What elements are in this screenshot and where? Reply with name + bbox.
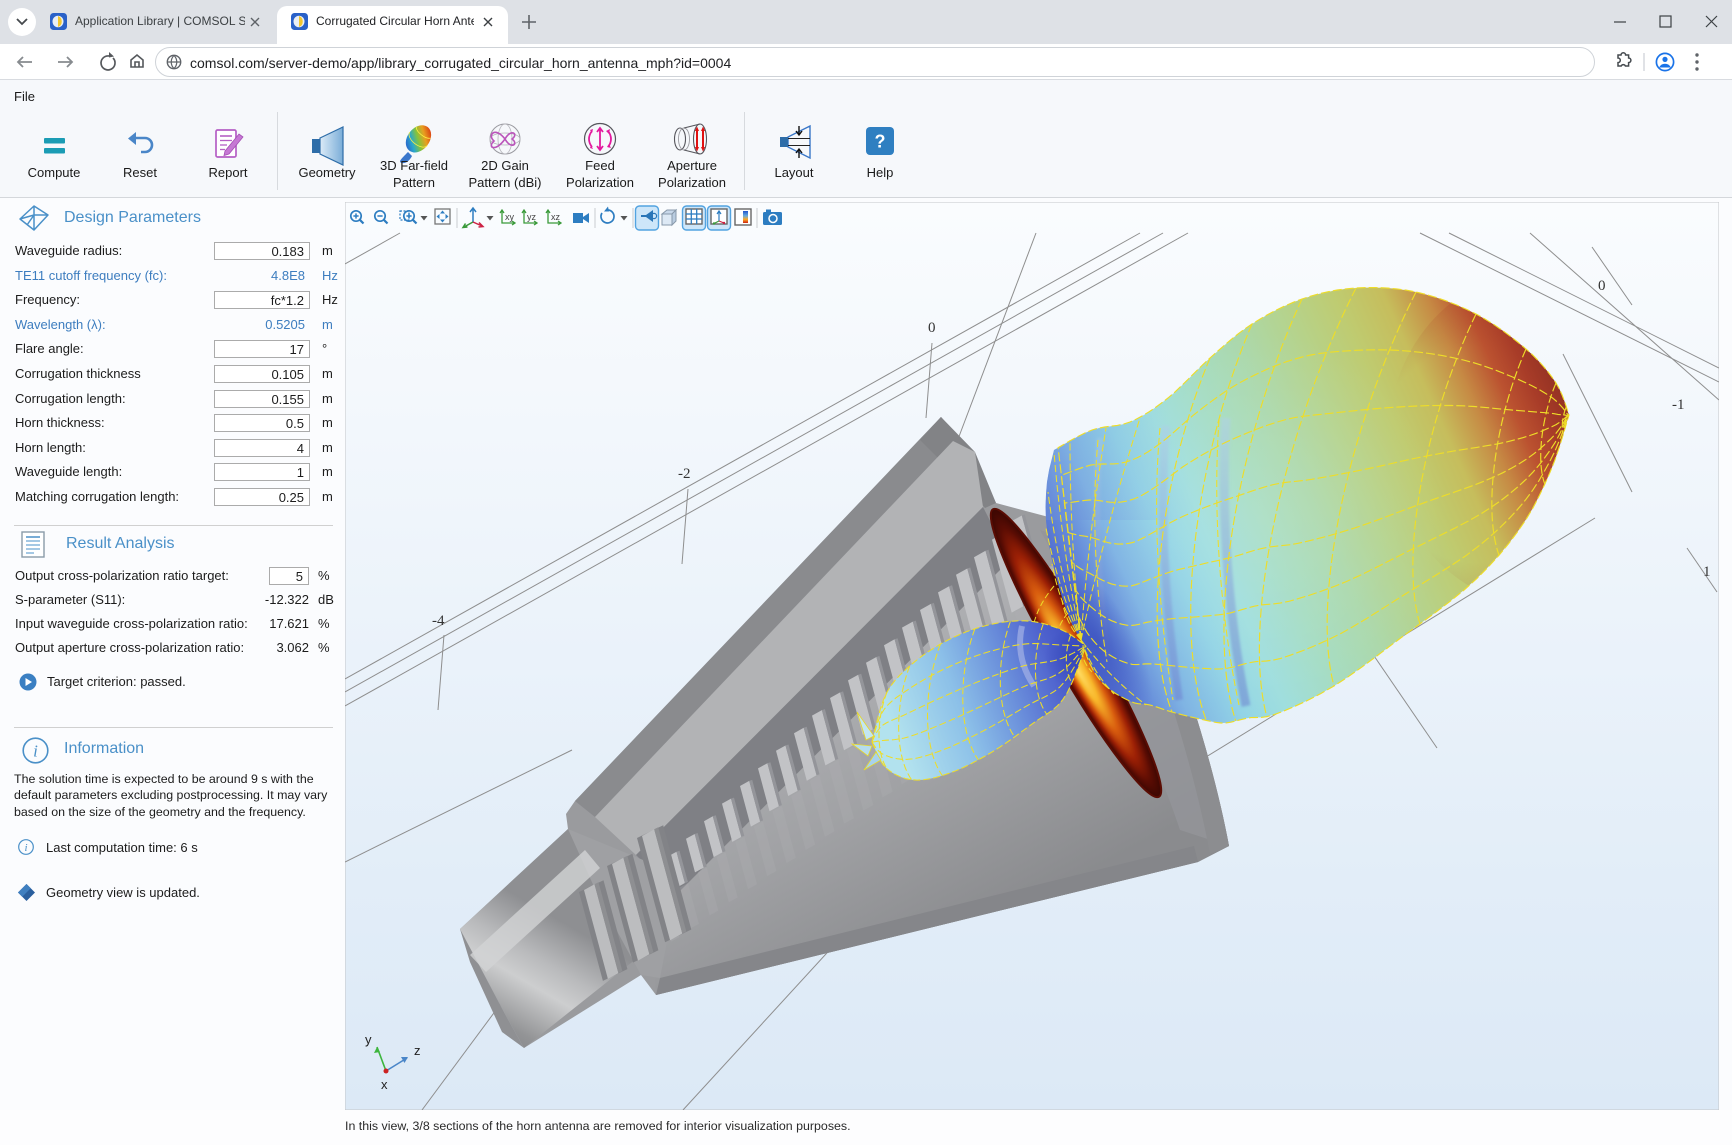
svg-text:z: z bbox=[414, 1043, 421, 1058]
svg-text:xz: xz bbox=[551, 212, 561, 222]
svg-text:0: 0 bbox=[1598, 278, 1606, 294]
svg-text:xy: xy bbox=[505, 212, 515, 222]
svg-text:yz: yz bbox=[527, 212, 537, 222]
svg-text:?: ? bbox=[875, 132, 886, 152]
svg-text:-4: -4 bbox=[432, 613, 445, 629]
svg-text:-1: -1 bbox=[1672, 397, 1685, 413]
svg-text:-2: -2 bbox=[678, 466, 691, 482]
svg-text:1: 1 bbox=[1703, 564, 1711, 580]
svg-text:0: 0 bbox=[928, 320, 936, 336]
svg-text:i: i bbox=[33, 742, 38, 761]
svg-text:x: x bbox=[381, 1077, 388, 1092]
svg-text:i: i bbox=[24, 842, 27, 854]
svg-text:y: y bbox=[365, 1032, 372, 1047]
